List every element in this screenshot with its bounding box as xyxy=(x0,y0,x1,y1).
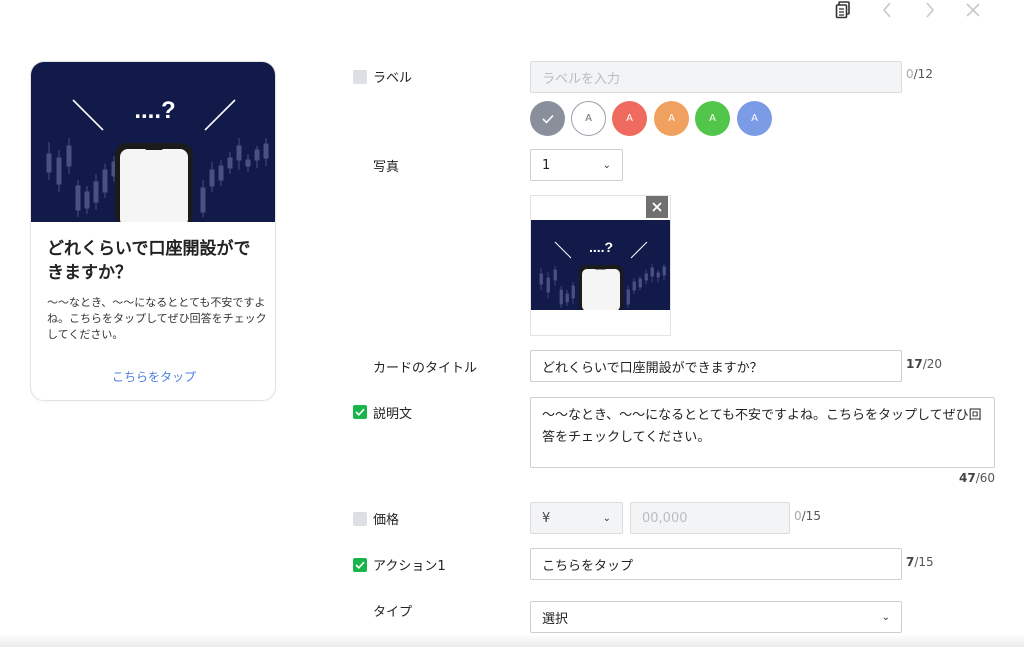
color-swatch-gray-selected[interactable] xyxy=(530,101,565,136)
action1-checkbox[interactable] xyxy=(353,558,367,572)
label-checkbox[interactable] xyxy=(353,70,367,84)
label-count: 0 xyxy=(906,67,914,81)
photo-count-value: 1 xyxy=(542,157,551,173)
price-input[interactable]: 00,000 xyxy=(630,502,790,534)
color-swatch-orange[interactable]: A xyxy=(654,101,689,136)
label-input[interactable]: ラベルを入力 xyxy=(530,61,902,93)
price-field-title: 価格 xyxy=(373,513,400,528)
chevron-down-icon: ⌄ xyxy=(602,159,611,171)
copy-icon[interactable] xyxy=(833,0,853,20)
card-preview: ....? どれくらいで口座開設ができますか？ 〜〜なとき、〜〜になるととても不… xyxy=(30,61,276,401)
currency-select[interactable]: ¥ ⌄ xyxy=(530,502,623,534)
preview-description: 〜〜なとき、〜〜になるととても不安ですよね。こちらをタップしてぜひ回答をチェック… xyxy=(47,296,267,341)
photo-thumbnail-image: ....? xyxy=(531,220,670,310)
card-title-count: 17 xyxy=(906,357,923,371)
label-counter: 0/12 xyxy=(906,67,933,81)
type-field-title: タイプ xyxy=(373,605,413,620)
color-swatch-blue[interactable]: A xyxy=(737,101,772,136)
photo-thumbnail-text: ....? xyxy=(589,239,613,255)
description-textarea[interactable]: 〜〜なとき、〜〜になるととても不安ですよね。こちらをタップしてぜひ回答をチェック… xyxy=(530,397,995,468)
photo-field-title: 写真 xyxy=(373,160,400,175)
chevron-right-icon[interactable] xyxy=(920,0,940,20)
check-icon xyxy=(541,114,554,124)
price-counter: 0/15 xyxy=(794,509,821,523)
card-title-counter: 17/20 xyxy=(906,357,942,371)
preview-action-link[interactable]: こちらをタップ xyxy=(31,368,275,385)
chevron-down-icon: ⌄ xyxy=(602,512,611,524)
type-select[interactable]: 選択 ⌄ xyxy=(530,601,902,633)
description-field-title: 説明文 xyxy=(373,407,413,422)
color-swatch-red[interactable]: A xyxy=(612,101,647,136)
chevron-left-icon[interactable] xyxy=(877,0,897,20)
chevron-down-icon: ⌄ xyxy=(881,611,890,623)
card-title-field-title: カードのタイトル xyxy=(373,361,478,376)
action1-field-title: アクション1 xyxy=(373,559,446,574)
price-count: 0 xyxy=(794,509,802,523)
action1-counter: 7/15 xyxy=(906,555,934,569)
price-checkbox[interactable] xyxy=(353,512,367,526)
type-value: 選択 xyxy=(542,611,569,627)
preview-title: どれくらいで口座開設ができますか？ xyxy=(47,239,251,283)
action1-input[interactable]: こちらをタップ xyxy=(530,548,902,580)
preview-image-text: ....? xyxy=(134,97,175,124)
remove-photo-button[interactable] xyxy=(646,196,668,218)
price-max: /15 xyxy=(801,509,821,523)
label-field-title: ラベル xyxy=(373,71,413,86)
color-swatch-green[interactable]: A xyxy=(695,101,730,136)
label-max: /12 xyxy=(913,67,933,81)
check-icon xyxy=(355,561,365,569)
card-title-input[interactable]: どれくらいで口座開設ができますか？ xyxy=(530,350,902,382)
description-counter: 47/60 xyxy=(959,471,995,485)
check-icon xyxy=(355,408,365,416)
bottom-edge-shadow xyxy=(0,634,1024,647)
preview-image: ....? xyxy=(31,62,275,222)
close-icon[interactable] xyxy=(963,0,983,20)
card-title-max: /20 xyxy=(922,357,943,371)
close-icon xyxy=(652,202,662,212)
description-count: 47 xyxy=(959,471,976,485)
photo-count-select[interactable]: 1 ⌄ xyxy=(530,149,623,181)
currency-value: ¥ xyxy=(542,510,551,526)
description-max: /60 xyxy=(975,471,996,485)
action1-max: /15 xyxy=(914,555,934,569)
description-checkbox[interactable] xyxy=(353,405,367,419)
color-swatch-white[interactable]: A xyxy=(571,101,606,136)
